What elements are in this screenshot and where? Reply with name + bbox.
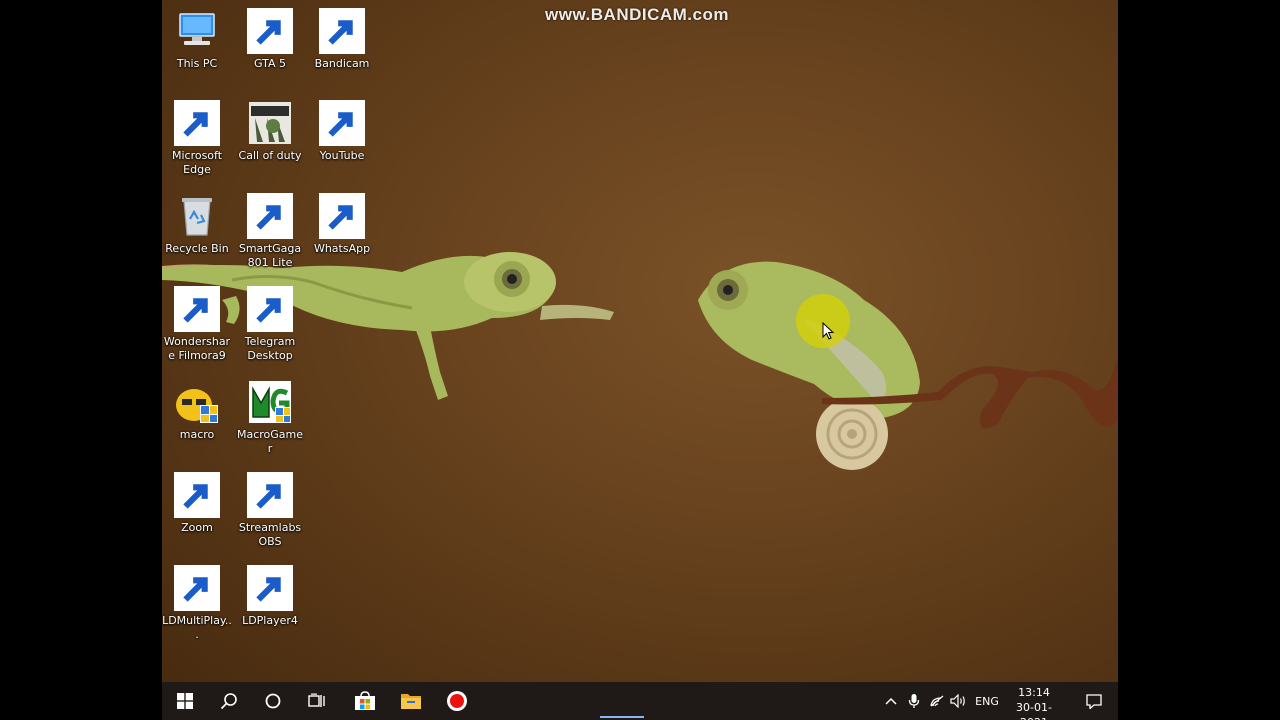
- clock-date: 30-01-2021: [1016, 701, 1052, 720]
- desktop-icon-bandicam[interactable]: Bandicam: [307, 8, 377, 71]
- volume-tray-button[interactable]: [948, 682, 970, 720]
- chevron-up-icon: [885, 697, 897, 705]
- shortcut-arrow-icon: [174, 472, 220, 518]
- macro-icon: [174, 379, 220, 425]
- language-indicator: ENG: [975, 694, 999, 708]
- mouse-pointer-icon: [822, 322, 834, 340]
- bandicam-taskbar-button[interactable]: [434, 682, 480, 720]
- edge-icon: [174, 100, 220, 146]
- desktop-icon-macro[interactable]: macro: [162, 379, 232, 442]
- notification-icon: [1086, 693, 1102, 709]
- shortcut-arrow-icon: [319, 193, 365, 239]
- input-language-button[interactable]: ENG: [970, 682, 1004, 720]
- call-of-duty-icon: [247, 100, 293, 146]
- search-icon: [220, 693, 237, 710]
- shortcut-arrow-icon: [247, 193, 293, 239]
- ldmultiplayer-icon: [174, 565, 220, 611]
- desktop-icon-label: YouTube: [319, 149, 365, 162]
- telegram-icon: [247, 286, 293, 332]
- wifi-icon: [930, 695, 944, 707]
- desktop-icon-label: macro: [179, 428, 215, 441]
- computer-icon: [174, 8, 220, 54]
- store-button[interactable]: [342, 682, 388, 720]
- speaker-icon: [950, 694, 965, 708]
- folder-icon: [401, 694, 421, 709]
- shortcut-arrow-icon: [247, 472, 293, 518]
- desktop-icon-label: Recycle Bin: [165, 242, 229, 255]
- desktop-icon-youtube[interactable]: YouTube: [307, 100, 377, 163]
- windows-logo-icon: [177, 693, 193, 709]
- desktop-icon-label: Telegram Desktop: [244, 335, 296, 362]
- store-bag-icon: [355, 691, 375, 710]
- desktop-icon-label: Zoom: [181, 521, 213, 534]
- shortcut-arrow-icon: [247, 286, 293, 332]
- desktop-icon-zoom[interactable]: Zoom: [162, 472, 232, 535]
- microphone-tray-button[interactable]: [904, 682, 924, 720]
- microphone-icon: [908, 694, 920, 708]
- bandicam-icon: [319, 8, 365, 54]
- desktop-icon-label: MacroGamer: [236, 428, 304, 455]
- desktop-icon-label: LDMultiPlay...: [162, 614, 232, 641]
- desktop-icon-microsoft-edge[interactable]: Microsoft Edge: [162, 100, 232, 177]
- streamlabs-icon: [247, 472, 293, 518]
- cortana-button[interactable]: [250, 682, 296, 720]
- desktop-icon-gta-5[interactable]: GTA 5: [235, 8, 305, 71]
- shortcut-arrow-icon: [247, 565, 293, 611]
- start-button[interactable]: [162, 682, 208, 720]
- desktop-icon-smartgaga[interactable]: SmartGaga 801 Lite: [235, 193, 305, 270]
- network-tray-button[interactable]: [926, 682, 948, 720]
- chameleon-wallpaper: [162, 252, 1118, 470]
- desktop[interactable]: www.BANDICAM.com This PC GTA 5 Bandicam …: [162, 0, 1118, 720]
- desktop-icon-streamlabs[interactable]: Streamlabs OBS: [235, 472, 305, 549]
- shortcut-arrow-icon: [174, 565, 220, 611]
- task-view-button[interactable]: [294, 682, 340, 720]
- desktop-icon-whatsapp[interactable]: WhatsApp: [307, 193, 377, 256]
- search-button[interactable]: [206, 682, 252, 720]
- desktop-icon-ldplayer[interactable]: LDPlayer4: [235, 565, 305, 628]
- desktop-icon-label: LDPlayer4: [242, 614, 298, 627]
- shortcut-arrow-icon: [174, 286, 220, 332]
- desktop-icon-label: GTA 5: [253, 57, 287, 70]
- edge-icon: [319, 193, 365, 239]
- ldplayer-icon: [247, 565, 293, 611]
- edge-icon: [319, 100, 365, 146]
- cortana-circle-icon: [265, 693, 281, 709]
- desktop-icon-this-pc[interactable]: This PC: [162, 8, 232, 71]
- clock-time: 13:14: [1018, 686, 1050, 699]
- shortcut-arrow-icon: [247, 8, 293, 54]
- desktop-icon-call-of-duty[interactable]: Call of duty: [235, 100, 305, 163]
- desktop-icon-label: Bandicam: [314, 57, 370, 70]
- shortcut-arrow-icon: [174, 100, 220, 146]
- desktop-icon-label: Wondershare Filmora9: [163, 335, 231, 362]
- desktop-icon-telegram[interactable]: Telegram Desktop: [235, 286, 305, 363]
- macrogamer-icon: [247, 379, 293, 425]
- desktop-icon-ldmultiplayer[interactable]: LDMultiPlay...: [162, 565, 232, 642]
- active-app-indicator: [600, 716, 644, 718]
- smartgaga-icon: [247, 193, 293, 239]
- clock-button[interactable]: 13:14 30-01-2021: [1004, 685, 1064, 720]
- taskbar: ENG 13:14 30-01-2021: [162, 682, 1118, 720]
- shortcut-arrow-icon: [319, 8, 365, 54]
- zoom-icon: [174, 472, 220, 518]
- desktop-icon-label: SmartGaga 801 Lite: [238, 242, 302, 269]
- shortcut-arrow-icon: [319, 100, 365, 146]
- desktop-icon-label: Streamlabs OBS: [238, 521, 302, 548]
- desktop-icon-label: Microsoft Edge: [171, 149, 223, 176]
- record-icon: [447, 691, 467, 711]
- recycle-bin-icon: [174, 193, 220, 239]
- desktop-icon-filmora[interactable]: Wondershare Filmora9: [162, 286, 232, 363]
- show-hidden-icons-button[interactable]: [880, 682, 902, 720]
- desktop-icon-label: Call of duty: [238, 149, 302, 162]
- filmora-icon: [174, 286, 220, 332]
- file-explorer-button[interactable]: [388, 682, 434, 720]
- bandicam-watermark: www.BANDICAM.com: [545, 5, 729, 24]
- desktop-icon-label: This PC: [176, 57, 218, 70]
- task-view-icon: [308, 693, 325, 707]
- desktop-icon-macrogamer[interactable]: MacroGamer: [235, 379, 305, 456]
- action-center-button[interactable]: [1076, 682, 1112, 720]
- desktop-icon-recycle-bin[interactable]: Recycle Bin: [162, 193, 232, 256]
- desktop-icon-label: WhatsApp: [313, 242, 371, 255]
- gta-v-icon: [247, 8, 293, 54]
